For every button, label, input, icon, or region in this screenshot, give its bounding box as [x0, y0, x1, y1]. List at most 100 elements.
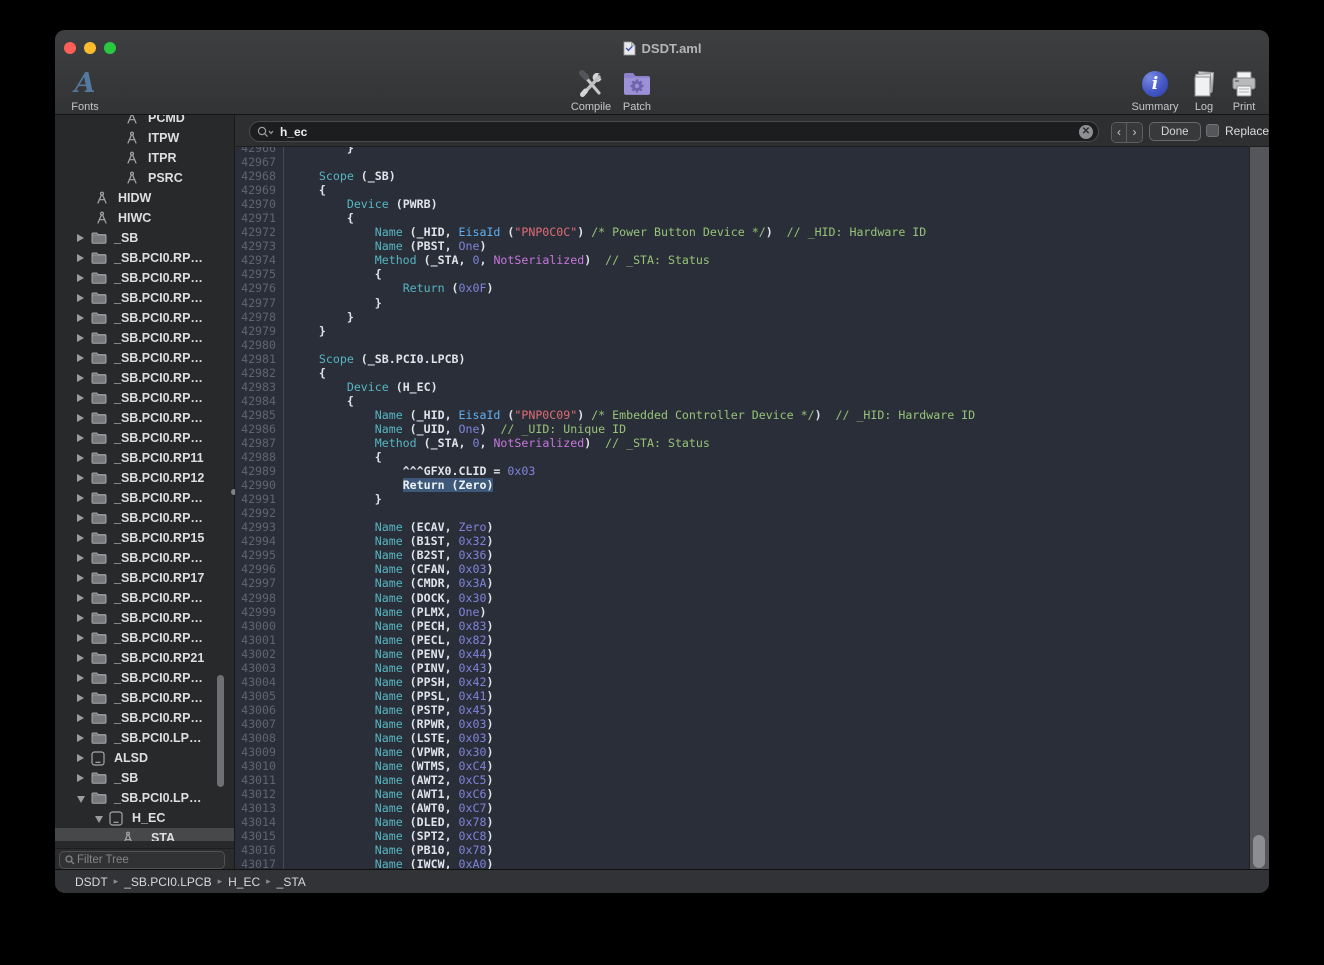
tree-item[interactable]: PSRC [55, 168, 234, 188]
code-line: 42967 [235, 155, 1250, 169]
disclosure-closed-icon[interactable] [77, 774, 91, 782]
find-next-button[interactable]: › [1127, 123, 1142, 142]
disclosure-closed-icon[interactable] [77, 354, 91, 362]
tree-item[interactable]: _STA [55, 828, 234, 841]
folder-icon [91, 771, 109, 785]
clear-search-icon[interactable]: ✕ [1079, 125, 1093, 139]
tree-filter-input[interactable] [75, 853, 224, 867]
tree-item[interactable]: _SB.PCI0.LP… [55, 728, 234, 748]
disclosure-closed-icon[interactable] [77, 674, 91, 682]
editor-scrollbar-thumb[interactable] [1253, 835, 1265, 868]
breadcrumb-item[interactable]: _STA [277, 875, 306, 889]
tree-item[interactable]: _SB.PCI0.LP… [55, 788, 234, 808]
tree-item[interactable]: _SB.PCI0.RP12 [55, 468, 234, 488]
tree-item[interactable]: _SB.PCI0.RP… [55, 388, 234, 408]
tree-item[interactable]: _SB.PCI0.RP15 [55, 528, 234, 548]
disclosure-closed-icon[interactable] [77, 314, 91, 322]
disclosure-closed-icon[interactable] [77, 334, 91, 342]
disclosure-closed-icon[interactable] [77, 554, 91, 562]
tree-item[interactable]: _SB.PCI0.RP… [55, 548, 234, 568]
breadcrumb-item[interactable]: _SB.PCI0.LPCB [124, 875, 211, 889]
tree-item[interactable]: PCMD [55, 115, 234, 128]
breadcrumb-item[interactable]: H_EC [228, 875, 260, 889]
token [291, 647, 375, 661]
tree-item[interactable]: _SB.PCI0.RP21 [55, 648, 234, 668]
tree-item[interactable]: _SB.PCI0.RP… [55, 628, 234, 648]
token: ) [486, 619, 493, 633]
disclosure-closed-icon[interactable] [77, 394, 91, 402]
disclosure-closed-icon[interactable] [77, 474, 91, 482]
disclosure-closed-icon[interactable] [77, 654, 91, 662]
code-text: } [283, 492, 382, 506]
disclosure-closed-icon[interactable] [77, 494, 91, 502]
tree-item[interactable]: HIDW [55, 188, 234, 208]
disclosure-closed-icon[interactable] [77, 614, 91, 622]
disclosure-closed-icon[interactable] [77, 694, 91, 702]
tree-item[interactable]: _SB.PCI0.RP… [55, 268, 234, 288]
tree-item[interactable]: _SB.PCI0.RP… [55, 308, 234, 328]
tree-item[interactable]: _SB.PCI0.RP17 [55, 568, 234, 588]
tree-item[interactable]: _SB.PCI0.RP… [55, 588, 234, 608]
disclosure-closed-icon[interactable] [77, 534, 91, 542]
disclosure-closed-icon[interactable] [77, 754, 91, 762]
disclosure-closed-icon[interactable] [77, 254, 91, 262]
tree-item[interactable]: _SB.PCI0.RP… [55, 328, 234, 348]
search-icon[interactable] [257, 126, 274, 138]
done-button[interactable]: Done [1149, 122, 1201, 141]
disclosure-closed-icon[interactable] [77, 714, 91, 722]
filter-field[interactable] [59, 851, 225, 869]
editor-pane: ✕ ‹ › Done Replace 42966 }4296742968 Sco… [235, 115, 1269, 869]
tree-item[interactable]: _SB.PCI0.RP… [55, 488, 234, 508]
disclosure-closed-icon[interactable] [77, 574, 91, 582]
disclosure-closed-icon[interactable] [77, 454, 91, 462]
tree-item[interactable]: _SB.PCI0.RP11 [55, 448, 234, 468]
disclosure-closed-icon[interactable] [77, 434, 91, 442]
tree-item[interactable]: _SB.PCI0.RP… [55, 608, 234, 628]
tree-item[interactable]: _SB.PCI0.RP… [55, 708, 234, 728]
find-field[interactable]: ✕ [249, 121, 1099, 142]
tree-item[interactable]: _SB [55, 228, 234, 248]
disclosure-closed-icon[interactable] [77, 374, 91, 382]
breadcrumb-item[interactable]: DSDT [75, 875, 108, 889]
toolbar-item-patch[interactable]: Patch [601, 68, 673, 113]
tree-item[interactable]: _SB.PCI0.RP… [55, 368, 234, 388]
disclosure-closed-icon[interactable] [77, 234, 91, 242]
tree-item[interactable]: _SB.PCI0.RP… [55, 348, 234, 368]
tree-item[interactable]: H_EC [55, 808, 234, 828]
tree-item[interactable]: _SB.PCI0.RP… [55, 288, 234, 308]
tree-item[interactable]: ITPR [55, 148, 234, 168]
sidebar-scrollbar-thumb[interactable] [217, 675, 224, 787]
tree-item[interactable]: _SB.PCI0.RP… [55, 668, 234, 688]
toolbar-item-print[interactable]: Print [1208, 68, 1269, 113]
find-input[interactable] [278, 124, 1079, 140]
toolbar-item-fonts[interactable]: A Fonts [55, 68, 121, 113]
tree-item[interactable]: _SB.PCI0.RP… [55, 688, 234, 708]
disclosure-closed-icon[interactable] [77, 414, 91, 422]
disclosure-closed-icon[interactable] [77, 634, 91, 642]
disclosure-open-icon[interactable] [95, 814, 109, 823]
code-text: { [283, 267, 382, 281]
disclosure-closed-icon[interactable] [77, 734, 91, 742]
tree-item[interactable]: ITPW [55, 128, 234, 148]
code-editor[interactable]: 42966 }4296742968 Scope (_SB)42969 {4297… [235, 147, 1269, 869]
token: Device [347, 380, 389, 394]
tree-item[interactable]: _SB.PCI0.RP… [55, 248, 234, 268]
replace-checkbox[interactable] [1206, 124, 1219, 137]
editor-scrollbar[interactable] [1249, 147, 1269, 869]
token: "PNP0C09" [514, 408, 577, 422]
disclosure-closed-icon[interactable] [77, 514, 91, 522]
method-icon [121, 831, 139, 841]
tree-item[interactable]: _SB.PCI0.RP… [55, 508, 234, 528]
tree-item[interactable]: HIWC [55, 208, 234, 228]
disclosure-closed-icon[interactable] [77, 274, 91, 282]
disclosure-closed-icon[interactable] [77, 294, 91, 302]
token: // _UID: Unique ID [500, 422, 626, 436]
disclosure-open-icon[interactable] [77, 794, 91, 803]
find-previous-button[interactable]: ‹ [1112, 123, 1127, 142]
tree-item[interactable]: ALSD [55, 748, 234, 768]
tree-item[interactable]: _SB.PCI0.RP… [55, 428, 234, 448]
tree-item[interactable]: _SB.PCI0.RP… [55, 408, 234, 428]
tree-item[interactable]: _SB [55, 768, 234, 788]
token: ) [479, 239, 486, 253]
disclosure-closed-icon[interactable] [77, 594, 91, 602]
